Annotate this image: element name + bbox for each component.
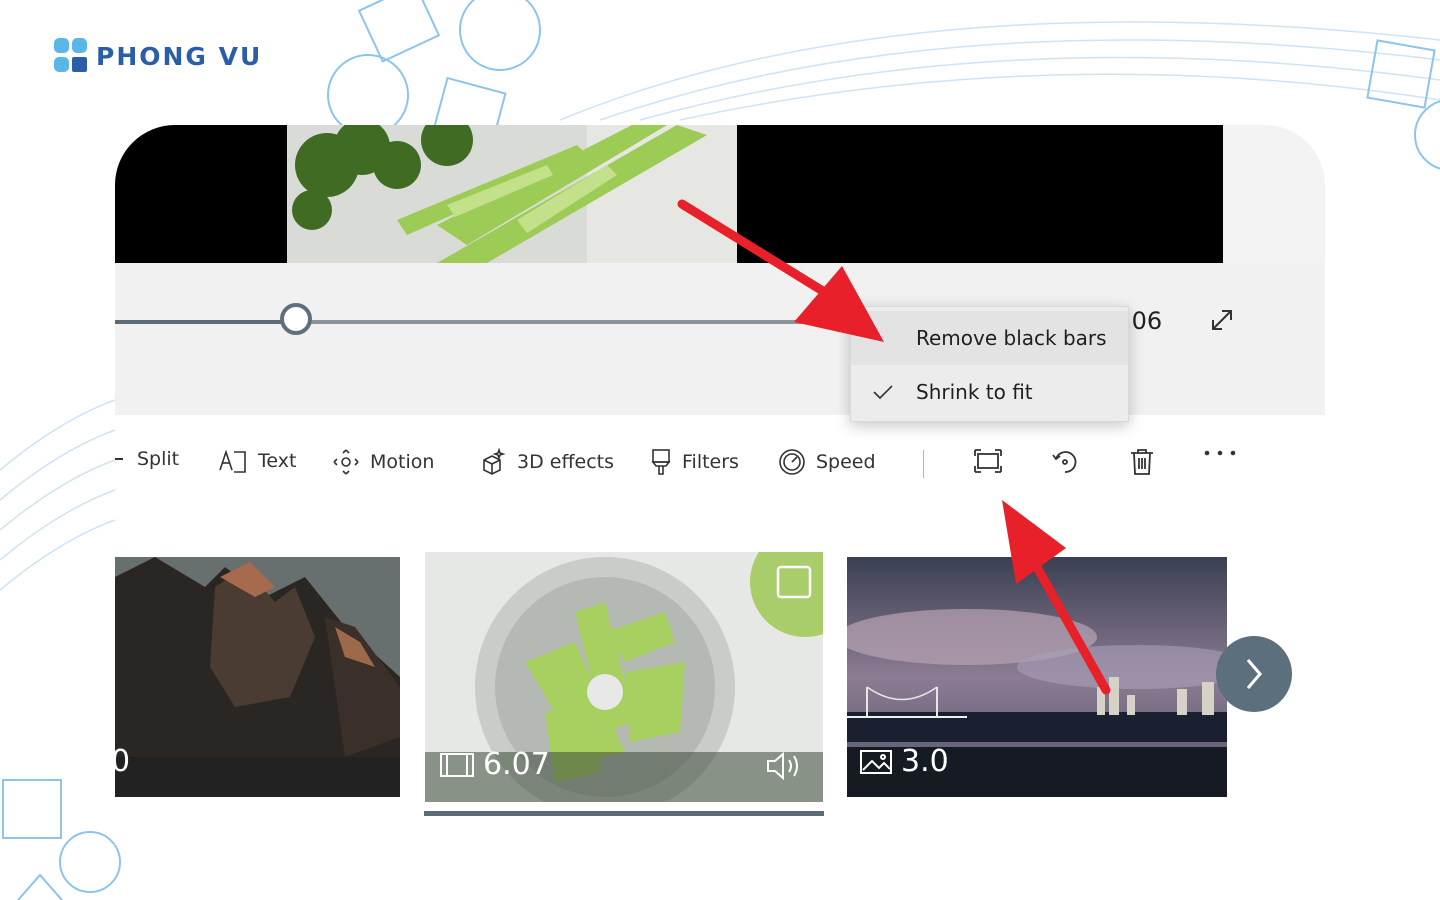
toolbar-separator [923, 450, 924, 478]
motion-label: Motion [370, 451, 435, 473]
delete-button[interactable] [1129, 448, 1155, 476]
speed-icon [779, 449, 805, 475]
clip-thumbnail [115, 557, 400, 797]
trash-icon [1131, 449, 1153, 475]
rotate-icon [1052, 451, 1077, 473]
clip-duration: 0 [115, 744, 131, 779]
context-menu: Remove black bars Shrink to fit [850, 306, 1129, 422]
storyboard-clip-selected[interactable]: 6.07 [425, 552, 823, 802]
timeline-thumb[interactable] [280, 303, 312, 335]
menu-item-label: Shrink to fit [916, 380, 1033, 404]
video-editor-window: .06 Split Text Motion 3D effects Filters… [115, 125, 1325, 845]
brand-logo: PHONG VU [52, 38, 262, 74]
brand-mark-icon [52, 38, 90, 74]
timeline-progress [115, 320, 300, 324]
menu-item-label: Remove black bars [916, 326, 1107, 350]
menu-item-remove-black-bars[interactable]: Remove black bars [851, 311, 1128, 365]
storyboard-clip[interactable]: 3.0 [847, 557, 1227, 797]
chevron-right-icon [1246, 659, 1262, 689]
menu-item-shrink-to-fit[interactable]: Shrink to fit [851, 365, 1128, 419]
resize-icon [974, 449, 1002, 473]
audio-icon[interactable] [765, 750, 805, 786]
storyboard-clip[interactable]: 0 [115, 557, 400, 797]
speed-button[interactable]: Speed [778, 448, 876, 476]
text-label: Text [258, 450, 297, 472]
more-options-icon [1204, 450, 1236, 456]
clip-info: 0 [115, 744, 130, 779]
motion-icon [333, 449, 359, 475]
text-icon [219, 449, 246, 473]
rotate-button[interactable] [1051, 448, 1079, 476]
3d-effects-icon [483, 448, 506, 475]
next-clips-button[interactable] [1216, 636, 1292, 712]
clip-duration: 6.07 [483, 747, 550, 782]
text-button[interactable]: Text [218, 448, 296, 474]
motion-button[interactable]: Motion [332, 448, 434, 476]
time-display: .06 [1124, 307, 1163, 335]
clip-info: 6.07 [439, 747, 550, 782]
image-clip-icon [860, 749, 892, 774]
filters-icon [651, 449, 671, 475]
resize-button[interactable] [973, 448, 1003, 474]
preview-frame [287, 125, 737, 263]
storyboard: 0 6.07 3.0 [115, 515, 1325, 845]
video-clip-icon [440, 752, 474, 777]
3d-effects-button[interactable]: 3D effects [479, 448, 614, 476]
filters-label: Filters [682, 451, 739, 473]
storyboard-toolbar: Split Text Motion 3D effects Filters Spe… [115, 415, 1325, 515]
checkmark-icon [873, 385, 893, 400]
more-options-button[interactable] [1203, 448, 1237, 458]
filters-button[interactable]: Filters [650, 448, 739, 476]
speed-label: Speed [816, 451, 876, 473]
split-button[interactable]: Split [115, 448, 179, 470]
split-icon [115, 458, 123, 460]
clip-info: 3.0 [859, 744, 949, 779]
expand-icon[interactable] [1209, 307, 1235, 337]
brand-name: PHONG VU [96, 41, 263, 71]
selected-clip-indicator [424, 811, 824, 816]
scrubber-area: .06 [115, 263, 1325, 415]
clip-duration: 3.0 [901, 744, 949, 779]
split-label: Split [137, 448, 180, 470]
video-preview [115, 125, 1223, 263]
3d-effects-label: 3D effects [517, 451, 615, 473]
